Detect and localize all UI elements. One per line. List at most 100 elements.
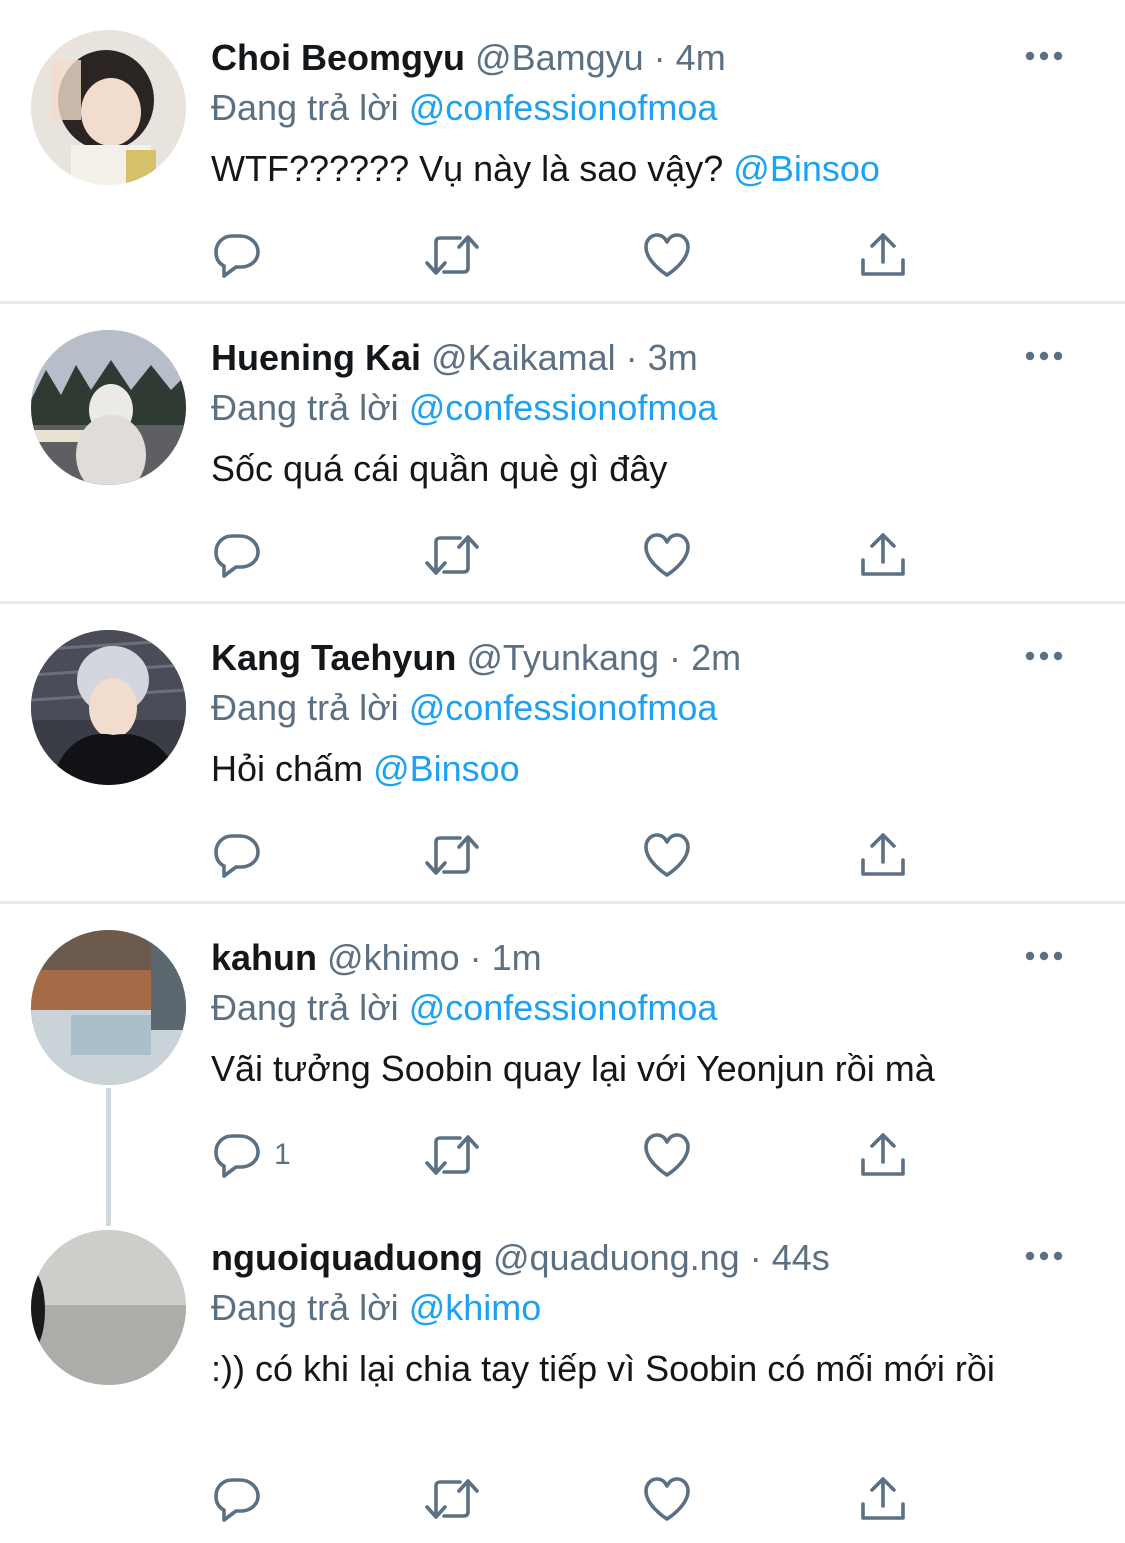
share-icon [858, 530, 908, 580]
share-button[interactable] [858, 1130, 908, 1180]
separator: · [469, 937, 482, 978]
retweet-button[interactable] [424, 530, 480, 580]
timestamp[interactable]: 3m [648, 337, 698, 378]
replying-to: Đang trả lời @confessionofmoa [211, 386, 717, 430]
retweet-icon [424, 1130, 480, 1180]
timestamp[interactable]: 4m [676, 37, 726, 78]
separator: · [749, 1237, 762, 1278]
like-button[interactable] [642, 230, 692, 280]
display-name[interactable]: Choi Beomgyu [211, 37, 465, 78]
like-icon [642, 830, 692, 880]
reply-button[interactable] [212, 830, 274, 880]
tweet-actions [212, 830, 932, 880]
more-icon[interactable] [1024, 644, 1064, 668]
replying-to-label: Đang trả lời [211, 387, 399, 428]
share-icon [858, 830, 908, 880]
reply-icon [212, 1474, 262, 1524]
avatar[interactable] [31, 1230, 186, 1385]
replying-to-link[interactable]: @confessionofmoa [409, 987, 718, 1028]
thread-line [106, 1088, 111, 1226]
user-handle[interactable]: @khimo [327, 937, 460, 978]
tweet-header: Huening Kai @Kaikamal · 3m [211, 336, 698, 380]
display-name[interactable]: Kang Taehyun [211, 637, 456, 678]
like-button[interactable] [642, 530, 692, 580]
replying-to: Đang trả lời @khimo [211, 1286, 541, 1330]
replying-to-label: Đang trả lời [211, 987, 399, 1028]
retweet-icon [424, 230, 480, 280]
tweet-text: Hỏi chấm @Binsoo [211, 746, 1031, 792]
tweet-actions: 1 [212, 1130, 932, 1180]
tweet-text: WTF?????? Vụ này là sao vậy? @Binsoo [211, 146, 1031, 192]
user-handle[interactable]: @quaduong.ng [493, 1237, 740, 1278]
replying-to-link[interactable]: @khimo [409, 1287, 542, 1328]
share-button[interactable] [858, 1474, 908, 1524]
share-button[interactable] [858, 530, 908, 580]
like-button[interactable] [642, 1130, 692, 1180]
more-icon[interactable] [1024, 44, 1064, 68]
user-handle[interactable]: @Bamgyu [475, 37, 644, 78]
tweet-text: Vãi tưởng Soobin quay lại với Yeonjun rồ… [211, 1046, 1031, 1092]
tweet-text-content: Vãi tưởng Soobin quay lại với Yeonjun rồ… [211, 1048, 935, 1089]
reply-button[interactable] [212, 230, 274, 280]
replying-to-link[interactable]: @confessionofmoa [409, 687, 718, 728]
share-button[interactable] [858, 230, 908, 280]
display-name[interactable]: Huening Kai [211, 337, 421, 378]
tweet-header: nguoiquaduong @quaduong.ng · 44s [211, 1236, 830, 1280]
replying-to-label: Đang trả lời [211, 87, 399, 128]
user-handle[interactable]: @Kaikamal [431, 337, 616, 378]
timestamp[interactable]: 2m [691, 637, 741, 678]
tweet-text: Sốc quá cái quần què gì đây [211, 446, 1031, 492]
like-icon [642, 230, 692, 280]
replying-to: Đang trả lời @confessionofmoa [211, 86, 717, 130]
avatar[interactable] [31, 30, 186, 185]
avatar[interactable] [31, 630, 186, 785]
tweet-text-content: WTF?????? Vụ này là sao vậy? [211, 148, 734, 189]
replying-to-link[interactable]: @confessionofmoa [409, 87, 718, 128]
display-name[interactable]: nguoiquaduong [211, 1237, 483, 1278]
tweet-text-content: Sốc quá cái quần què gì đây [211, 448, 668, 489]
like-button[interactable] [642, 1474, 692, 1524]
like-button[interactable] [642, 830, 692, 880]
like-icon [642, 1474, 692, 1524]
replying-to-label: Đang trả lời [211, 1287, 399, 1328]
avatar[interactable] [31, 330, 186, 485]
share-button[interactable] [858, 830, 908, 880]
separator: · [625, 337, 638, 378]
separator: · [653, 37, 666, 78]
more-icon[interactable] [1024, 944, 1064, 968]
retweet-icon [424, 1474, 480, 1524]
reply-icon [212, 530, 262, 580]
tweet-actions [212, 230, 932, 280]
share-icon [858, 1130, 908, 1180]
retweet-icon [424, 530, 480, 580]
avatar[interactable] [31, 930, 186, 1085]
retweet-button[interactable] [424, 230, 480, 280]
user-handle[interactable]: @Tyunkang [466, 637, 659, 678]
tweet-header: kahun @khimo · 1m [211, 936, 542, 980]
mention-link[interactable]: @Binsoo [373, 748, 520, 789]
reply-button[interactable]: 1 [212, 1130, 291, 1180]
tweet-actions [212, 1474, 932, 1524]
tweet-header: Choi Beomgyu @Bamgyu · 4m [211, 36, 726, 80]
replying-to-link[interactable]: @confessionofmoa [409, 387, 718, 428]
more-icon[interactable] [1024, 344, 1064, 368]
retweet-icon [424, 830, 480, 880]
reply-button[interactable] [212, 530, 274, 580]
like-icon [642, 530, 692, 580]
display-name[interactable]: kahun [211, 937, 317, 978]
timestamp[interactable]: 1m [492, 937, 542, 978]
more-icon[interactable] [1024, 1244, 1064, 1268]
retweet-button[interactable] [424, 1474, 480, 1524]
reply-button[interactable] [212, 1474, 274, 1524]
share-icon [858, 230, 908, 280]
tweet-text-content: :)) có khi lại chia tay tiếp vì Soobin c… [211, 1348, 995, 1389]
mention-link[interactable]: @Binsoo [733, 148, 880, 189]
tweet-header: Kang Taehyun @Tyunkang · 2m [211, 636, 741, 680]
timestamp[interactable]: 44s [772, 1237, 830, 1278]
reply-count: 1 [274, 1138, 291, 1171]
reply-icon [212, 230, 262, 280]
retweet-button[interactable] [424, 1130, 480, 1180]
replying-to-label: Đang trả lời [211, 687, 399, 728]
retweet-button[interactable] [424, 830, 480, 880]
divider [0, 601, 1125, 604]
